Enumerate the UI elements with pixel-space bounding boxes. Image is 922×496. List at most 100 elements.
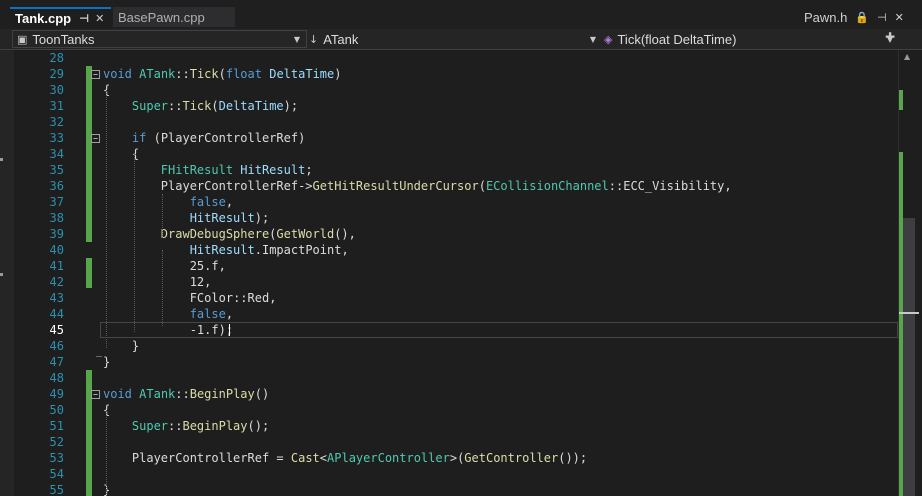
code-token: ::: [175, 67, 190, 81]
line-number: 36: [49, 179, 64, 193]
code-text: 12,: [103, 274, 212, 290]
fold-end-tick: [96, 356, 102, 357]
code-line[interactable]: 50{: [0, 402, 900, 418]
code-text: HitResult.ImpactPoint,: [103, 242, 349, 258]
down-arrow-icon: ↓: [309, 32, 319, 46]
code-text: HitResult);: [103, 210, 269, 226]
pin-icon[interactable]: ⊣: [79, 12, 89, 25]
code-line[interactable]: 55}: [0, 482, 900, 496]
code-line[interactable]: 33 if (PlayerControllerRef): [0, 130, 900, 146]
collapse-icon[interactable]: −: [91, 390, 100, 399]
lock-icon: 🔒: [855, 10, 870, 24]
code-text: if (PlayerControllerRef): [103, 130, 305, 146]
code-text: PlayerControllerRef->GetHitResultUnderCu…: [103, 178, 732, 194]
chevron-down-icon: ▼: [589, 34, 596, 44]
tab-basepawn-cpp[interactable]: BasePawn.cpp: [113, 7, 235, 27]
code-line[interactable]: 47}: [0, 354, 900, 370]
code-token: GetHitResultUnderCursor: [312, 179, 479, 193]
code-token: ImpactPoint: [261, 243, 342, 257]
code-token: GetController: [464, 451, 559, 465]
code-line[interactable]: 48: [0, 370, 900, 386]
change-bar: [86, 370, 92, 496]
project-dropdown[interactable]: ▣ ToonTanks ▼: [12, 30, 307, 48]
code-line[interactable]: 54: [0, 466, 900, 482]
split-window-icon[interactable]: ✚: [885, 30, 895, 44]
code-line[interactable]: 28: [0, 50, 900, 66]
class-dropdown[interactable]: ↓ ATank ▼: [309, 30, 602, 48]
code-line[interactable]: 37 false,: [0, 194, 900, 210]
scroll-up-icon[interactable]: ▲: [904, 52, 910, 61]
close-icon[interactable]: ✕: [95, 12, 104, 25]
project-name: ToonTanks: [32, 31, 95, 47]
code-token: (),: [334, 227, 356, 241]
code-line[interactable]: 46 }: [0, 338, 900, 354]
pin-icon[interactable]: ⊣: [877, 11, 887, 24]
code-line[interactable]: 39 DrawDebugSphere(GetWorld(),: [0, 226, 900, 242]
tab-pawn-h[interactable]: Pawn.h 🔒 ⊣ ✕: [800, 7, 915, 27]
code-line[interactable]: 32: [0, 114, 900, 130]
code-line[interactable]: 31 Super::Tick(DeltaTime);: [0, 98, 900, 114]
code-token: 12: [189, 275, 205, 289]
vertical-scrollbar[interactable]: ▲: [898, 50, 919, 496]
collapse-icon[interactable]: −: [91, 134, 100, 143]
collapse-icon[interactable]: −: [91, 70, 100, 79]
code-token: ,: [341, 243, 349, 257]
tab-tank-cpp[interactable]: Tank.cpp ⊣ ✕: [10, 7, 111, 27]
chevron-down-icon: ▼: [293, 34, 300, 44]
code-line[interactable]: 53 PlayerControllerRef = Cast<APlayerCon…: [0, 450, 900, 466]
function-dropdown[interactable]: ◈ Tick(float DeltaTime) ▼: [604, 30, 899, 48]
line-number: 54: [49, 467, 64, 481]
code-line[interactable]: 52: [0, 434, 900, 450]
code-editor[interactable]: 28 29 void ATank::Tick(float DeltaTime) 30{…: [0, 50, 922, 496]
code-line[interactable]: 49 void ATank::BeginPlay(): [0, 386, 900, 402]
code-line[interactable]: 35 FHitResult HitResult;: [0, 162, 900, 178]
current-line-highlight: [100, 322, 898, 338]
line-number: 33: [49, 131, 64, 145]
code-token: =: [269, 451, 291, 465]
code-line[interactable]: 34 {: [0, 146, 900, 162]
code-line[interactable]: 51 Super::BeginPlay();: [0, 418, 900, 434]
code-line[interactable]: 38 HitResult);: [0, 210, 900, 226]
code-line[interactable]: 29 void ATank::Tick(float DeltaTime): [0, 66, 900, 82]
line-number: 29: [49, 67, 64, 81]
line-number: 55: [49, 483, 64, 496]
code-line[interactable]: 42 12,: [0, 274, 900, 290]
code-token: DrawDebugSphere: [160, 227, 270, 241]
code-token: Tick: [182, 99, 212, 113]
code-line[interactable]: 36 PlayerControllerRef->GetHitResultUnde…: [0, 178, 900, 194]
code-token: void: [103, 387, 132, 401]
line-number: 32: [49, 115, 64, 129]
line-number: 41: [49, 259, 64, 273]
code-line[interactable]: 41 25.f,: [0, 258, 900, 274]
code-text: void ATank::BeginPlay(): [103, 386, 269, 402]
code-text: 25.f,: [103, 258, 226, 274]
code-text: }: [103, 338, 139, 354]
code-line[interactable]: 43 FColor::Red,: [0, 290, 900, 306]
tab-label: Pawn.h: [804, 9, 848, 25]
code-token: >(: [449, 451, 465, 465]
close-icon[interactable]: ✕: [895, 11, 904, 24]
code-token: (: [478, 179, 486, 193]
code-line[interactable]: 40 HitResult.ImpactPoint,: [0, 242, 900, 258]
code-line[interactable]: 44 false,: [0, 306, 900, 322]
code-token: ();: [247, 419, 270, 433]
line-number: 47: [49, 355, 64, 369]
line-number: 46: [49, 339, 64, 353]
line-number: 40: [49, 243, 64, 257]
code-line[interactable]: 30{: [0, 82, 900, 98]
method-icon: ◈: [604, 32, 613, 46]
scrollbar-thumb[interactable]: [903, 218, 915, 496]
navigation-bar: ▣ ToonTanks ▼ ↓ ATank ▼ ◈ Tick(float Del…: [0, 29, 922, 50]
code-token: HitResult: [189, 211, 255, 225]
code-token: ::: [175, 387, 190, 401]
